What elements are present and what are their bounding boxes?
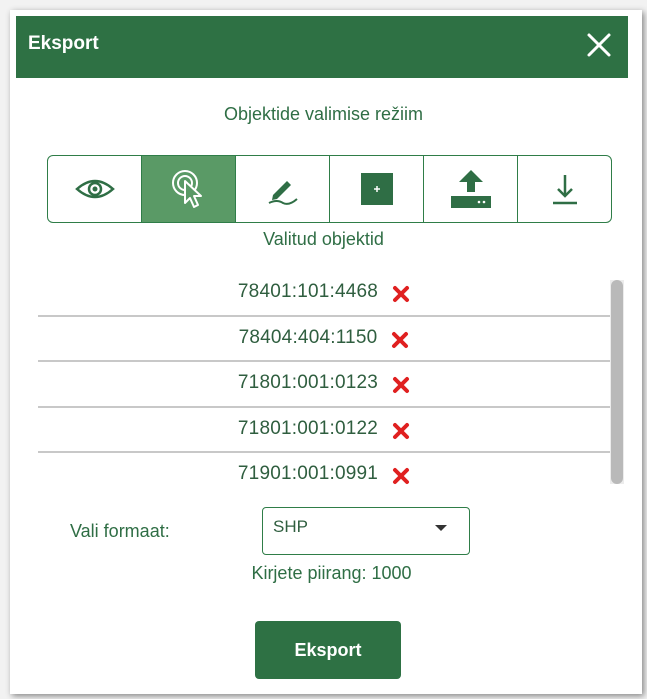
object-id: 71801:001:0122 [237, 418, 379, 439]
object-id: 78401:101:4468 [237, 281, 379, 302]
download-icon [552, 175, 577, 205]
remove-x-icon[interactable] [392, 467, 410, 485]
list-item: 71901:001:0991 [38, 452, 610, 488]
list-item: 78404:404:1150 [38, 316, 610, 360]
list-scrollbar[interactable] [610, 280, 624, 484]
record-limit-text: Kirjete piirang: 1000 [251, 563, 412, 583]
dialog-header: Eksport [16, 16, 628, 78]
format-select-value: SHP [273, 517, 308, 536]
remove-x-icon[interactable] [391, 331, 409, 349]
list-item: 78401:101:4468 [38, 270, 610, 314]
list-item: 71801:001:0122 [38, 407, 610, 451]
tool-add[interactable] [330, 156, 424, 222]
remove-x-icon[interactable] [392, 285, 410, 303]
selection-mode-label: Objektide valimise režiim [223, 104, 424, 124]
tool-select-click[interactable] [142, 156, 236, 222]
close-icon[interactable] [584, 30, 614, 60]
object-id: 71901:001:0991 [237, 463, 379, 484]
eye-icon [74, 179, 115, 199]
pointer-click-icon [171, 170, 202, 208]
tool-download[interactable] [518, 156, 611, 222]
tool-view[interactable] [48, 156, 142, 222]
selection-mode-toolbar [47, 155, 612, 223]
format-label: Vali formaat: [70, 521, 170, 541]
export-button[interactable]: Eksport [255, 621, 401, 679]
chevron-down-icon [435, 525, 447, 531]
object-id: 78404:404:1150 [238, 327, 378, 348]
list-item: 71801:001:0123 [38, 361, 610, 405]
remove-x-icon[interactable] [392, 422, 410, 440]
selected-objects-label: Valitud objektid [263, 229, 384, 249]
object-id: 71801:001:0123 [237, 372, 379, 393]
upload-icon [450, 170, 491, 208]
selected-objects-list[interactable]: 78401:101:4468 78404:404:1150 71801:001:… [38, 270, 610, 488]
draw-icon [268, 181, 298, 205]
add-square-icon [360, 173, 393, 205]
remove-x-icon[interactable] [392, 376, 410, 394]
dialog-title: Eksport [28, 33, 99, 54]
format-select[interactable]: SHP [262, 507, 470, 555]
tool-upload[interactable] [424, 156, 518, 222]
scrollbar-thumb[interactable] [611, 280, 623, 484]
tool-draw[interactable] [236, 156, 330, 222]
